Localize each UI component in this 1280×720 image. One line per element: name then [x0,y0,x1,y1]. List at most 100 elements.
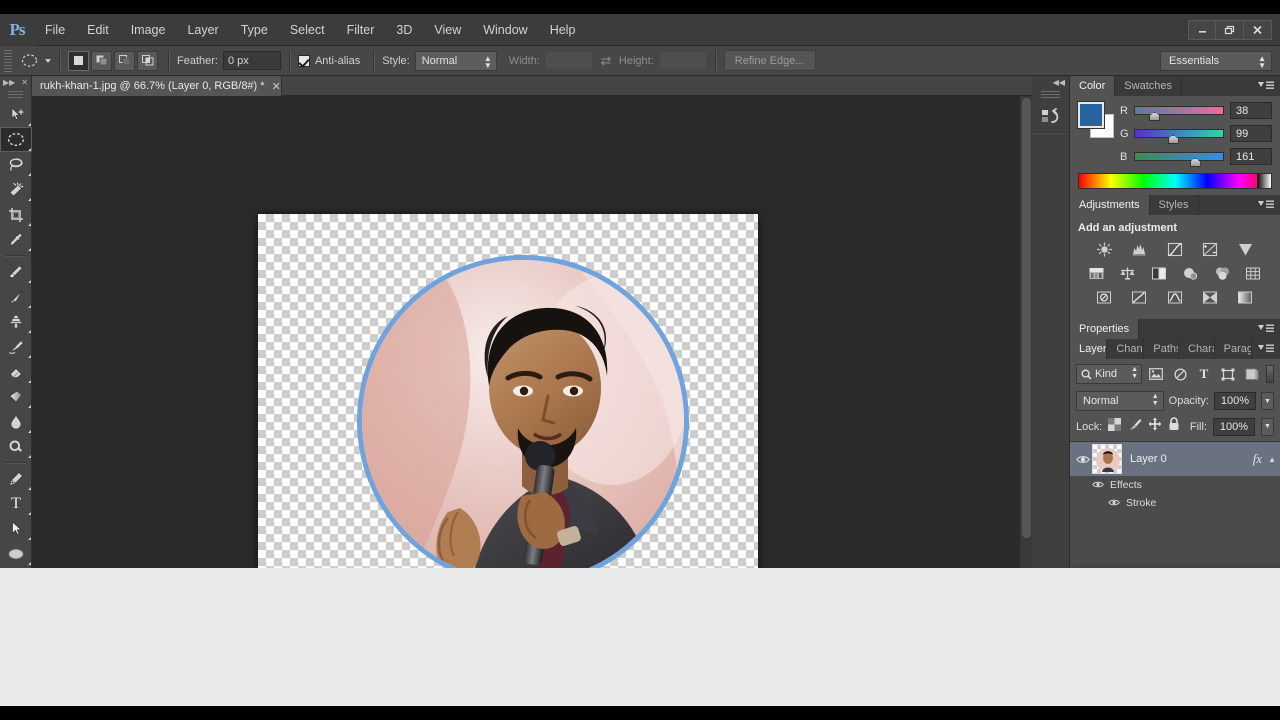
restore-button[interactable] [1216,19,1244,40]
elliptical-marquee-tool[interactable] [0,127,32,152]
menu-file[interactable]: File [34,14,76,46]
filter-pixel-icon[interactable] [1146,365,1166,383]
panel-menu-icon[interactable] [1252,339,1280,359]
red-slider[interactable] [1134,106,1224,121]
spot-healing-brush-tool[interactable] [0,259,32,284]
menu-type[interactable]: Type [230,14,279,46]
menu-filter[interactable]: Filter [336,14,386,46]
color-balance-icon[interactable] [1117,265,1138,282]
menu-help[interactable]: Help [539,14,587,46]
anti-alias-checkbox[interactable] [297,54,310,67]
history-panel-icon[interactable] [1032,102,1070,132]
layer-effects-group[interactable]: Effects [1070,476,1280,494]
clone-stamp-tool[interactable] [0,309,32,334]
filter-type-icon[interactable]: T [1194,365,1214,383]
layer-visibility-toggle-icon[interactable] [1074,454,1092,465]
minimize-button[interactable] [1188,19,1216,40]
spectrum-white-black-stop[interactable] [1257,174,1271,188]
foreground-color-swatch[interactable] [1077,101,1105,129]
panel-menu-icon[interactable] [1252,319,1280,339]
eraser-tool[interactable] [0,359,32,384]
dock-collapse-button[interactable]: ◀◀ [1032,76,1069,89]
effect-visibility-toggle-icon[interactable] [1092,476,1104,494]
menu-window[interactable]: Window [472,14,538,46]
filter-adjustment-icon[interactable] [1170,365,1190,383]
refine-edge-button[interactable]: Refine Edge... [723,50,816,71]
tab-properties[interactable]: Properties [1070,319,1140,339]
gradient-map-icon[interactable] [1235,289,1256,306]
swap-dimensions-icon[interactable]: ⇄ [598,53,614,69]
curves-icon[interactable] [1165,241,1186,258]
blue-value[interactable]: 161 [1230,148,1272,165]
collapse-panel-icon[interactable]: ▶▶ [3,79,15,87]
menu-edit[interactable]: Edit [76,14,120,46]
ellipse-tool[interactable] [0,541,32,566]
fill-slider-chevron-icon[interactable]: ▼ [1261,417,1274,436]
tab-paragraph[interactable]: Paragr [1214,339,1252,359]
lock-all-icon[interactable] [1168,417,1180,436]
menu-layer[interactable]: Layer [176,14,229,46]
menu-3d[interactable]: 3D [385,14,423,46]
new-selection-button[interactable] [68,50,89,71]
canvas-vertical-scrollbar[interactable] [1019,96,1032,568]
blur-tool[interactable] [0,409,32,434]
chevron-up-icon[interactable]: ▲ [1268,455,1276,464]
tab-channels[interactable]: Chann [1107,339,1145,359]
close-icon[interactable]: ✕ [21,79,28,87]
eyedropper-tool[interactable] [0,227,32,252]
filter-shape-icon[interactable] [1218,365,1238,383]
slider-thumb[interactable] [1189,158,1201,167]
layer-effects-badge[interactable]: fx [1253,451,1262,467]
add-to-selection-button[interactable] [91,50,112,71]
fill-value[interactable]: 100% [1213,417,1255,436]
close-icon[interactable]: ✕ [272,80,281,93]
scrollbar-thumb[interactable] [1022,98,1031,538]
dodge-tool[interactable] [0,434,32,459]
tools-panel-grip[interactable] [8,91,23,100]
selective-color-icon[interactable] [1200,289,1221,306]
channel-mixer-icon[interactable] [1212,265,1233,282]
layer-effect-item[interactable]: Stroke [1070,494,1280,512]
menu-view[interactable]: View [423,14,472,46]
close-button[interactable] [1244,19,1272,40]
lock-position-icon[interactable] [1148,417,1162,436]
document-tab[interactable]: rukh-khan-1.jpg @ 66.7% (Layer 0, RGB/8#… [32,76,282,96]
magic-wand-tool[interactable] [0,177,32,202]
posterize-icon[interactable] [1129,289,1150,306]
invert-icon[interactable] [1094,289,1115,306]
tab-character[interactable]: Chara [1179,339,1215,359]
tool-preset-chevron-icon[interactable] [45,58,51,63]
opacity-value[interactable]: 100% [1214,392,1256,410]
opacity-slider-chevron-icon[interactable]: ▼ [1261,392,1274,410]
brush-tool[interactable] [0,284,32,309]
menu-select[interactable]: Select [279,14,336,46]
lock-image-pixels-icon[interactable] [1127,418,1142,436]
exposure-icon[interactable] [1200,241,1221,258]
width-input[interactable] [544,51,593,70]
levels-icon[interactable] [1129,241,1150,258]
history-brush-tool[interactable] [0,334,32,359]
vibrance-icon[interactable] [1235,241,1256,258]
elliptical-marquee-icon[interactable] [16,50,42,72]
pen-tool[interactable] [0,466,32,491]
photo-filter-icon[interactable] [1180,265,1201,282]
tab-adjustments[interactable]: Adjustments [1070,195,1150,215]
foreground-background-swatches[interactable] [1077,101,1114,138]
style-select[interactable]: Normal ▲ ▼ [414,50,497,71]
workspace-select[interactable]: Essentials ▲ ▼ [1160,50,1272,71]
color-spectrum-ramp[interactable] [1078,173,1272,189]
tab-layers[interactable]: Layers [1070,339,1108,359]
hue-saturation-icon[interactable] [1086,265,1107,282]
slider-thumb[interactable] [1149,112,1161,121]
tab-styles[interactable]: Styles [1149,195,1199,215]
color-lookup-icon[interactable] [1243,265,1264,282]
dock-grip[interactable] [1041,91,1060,100]
slider-thumb[interactable] [1167,135,1179,144]
gradient-tool[interactable] [0,384,32,409]
layer-kind-select[interactable]: Kind ▲ ▼ [1076,364,1142,384]
subtract-from-selection-button[interactable] [114,50,135,71]
type-tool[interactable]: T [0,491,32,516]
options-bar-grip[interactable] [4,49,12,72]
lock-transparent-pixels-icon[interactable] [1108,417,1122,436]
menu-image[interactable]: Image [120,14,177,46]
